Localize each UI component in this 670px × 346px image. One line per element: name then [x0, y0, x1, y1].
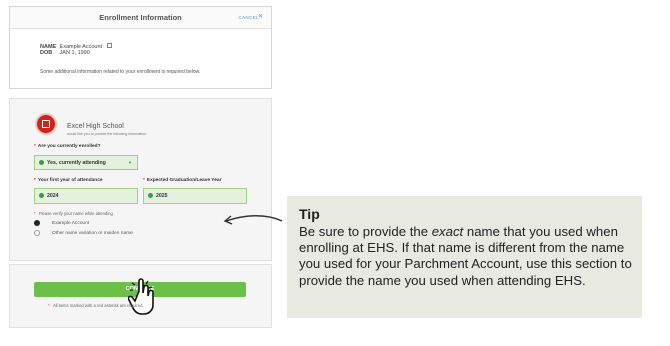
check-circle-icon [39, 193, 44, 198]
enrolled-select-value: Yes, currently attending [47, 160, 106, 166]
tip-title: Tip [299, 206, 320, 222]
first-year-select[interactable]: 2024 [34, 188, 138, 204]
enrollment-info-panel: Enrollment Information CANCEL ✕ NAME Exa… [9, 6, 272, 89]
school-form-panel: Excel High School would like you to prov… [9, 98, 272, 261]
school-subtitle: would like you to provide the following … [67, 132, 148, 136]
page-title: Enrollment Information [99, 13, 182, 22]
student-name-row: NAME Example Account [40, 43, 112, 50]
check-circle-icon [148, 193, 153, 198]
dob-label: DOB [40, 50, 53, 56]
grad-year-value: 2025 [156, 193, 168, 199]
required-asterisk: * [143, 178, 145, 183]
enrolled-select[interactable]: Yes, currently attending ▼ [34, 155, 138, 170]
student-dob: JAN 1, 1990 [59, 50, 90, 56]
radio-label-other-name: Other name variation or maiden name [52, 231, 133, 236]
first-year-question-text: Your first year of attendance [37, 178, 103, 183]
first-year-value: 2024 [47, 193, 59, 199]
panel-header: Enrollment Information CANCEL ✕ [10, 7, 271, 29]
required-asterisk: * [34, 211, 36, 216]
grad-year-question-text: Expected Graduation/Leave Year [146, 178, 222, 183]
arrow-left-icon [223, 215, 283, 225]
required-asterisk: * [34, 144, 36, 149]
student-dob-row: DOB JAN 1, 1990 [40, 50, 90, 56]
verify-name-note: * Please verify your name while attendin… [34, 211, 113, 216]
cancel-button[interactable]: CANCEL [238, 15, 259, 20]
radio-other-name[interactable] [34, 230, 40, 236]
required-footnote: * All items marked with a red asterisk a… [48, 303, 144, 308]
click-hand-icon [128, 278, 154, 315]
required-asterisk: * [48, 303, 50, 308]
radio-example-account[interactable] [34, 220, 40, 226]
school-name: Excel High School [67, 123, 124, 130]
tip-callout: Tip Be sure to provide the exact name th… [287, 196, 642, 318]
required-asterisk: * [34, 178, 36, 183]
first-year-question: * Your first year of attendance [34, 178, 103, 183]
chevron-down-icon: ▼ [128, 160, 132, 165]
grad-year-select[interactable]: 2025 [143, 188, 247, 204]
enrolled-question-text: Are you currently enrolled? [37, 144, 101, 149]
tip-emphasis: exact [431, 224, 464, 239]
additional-info-note: Some additional information related to y… [40, 69, 201, 75]
verify-name-text: Please verify your name while attending [38, 211, 113, 216]
tip-body: Be sure to provide the exact name that y… [299, 224, 635, 289]
external-link-icon[interactable] [106, 43, 112, 48]
check-circle-icon [39, 160, 44, 165]
close-icon[interactable]: ✕ [258, 13, 263, 20]
tip-body-part-1: Be sure to provide the [299, 224, 432, 239]
required-footnote-text: All items marked with a red asterisk are… [52, 303, 144, 308]
radio-label-example-account: Example Account [52, 221, 90, 226]
submit-panel: CONTINUE * All items marked with a red a… [9, 264, 272, 328]
grad-year-question: * Expected Graduation/Leave Year [143, 178, 221, 183]
school-seal-logo [35, 113, 57, 135]
enrolled-question: * Are you currently enrolled? [34, 144, 101, 149]
